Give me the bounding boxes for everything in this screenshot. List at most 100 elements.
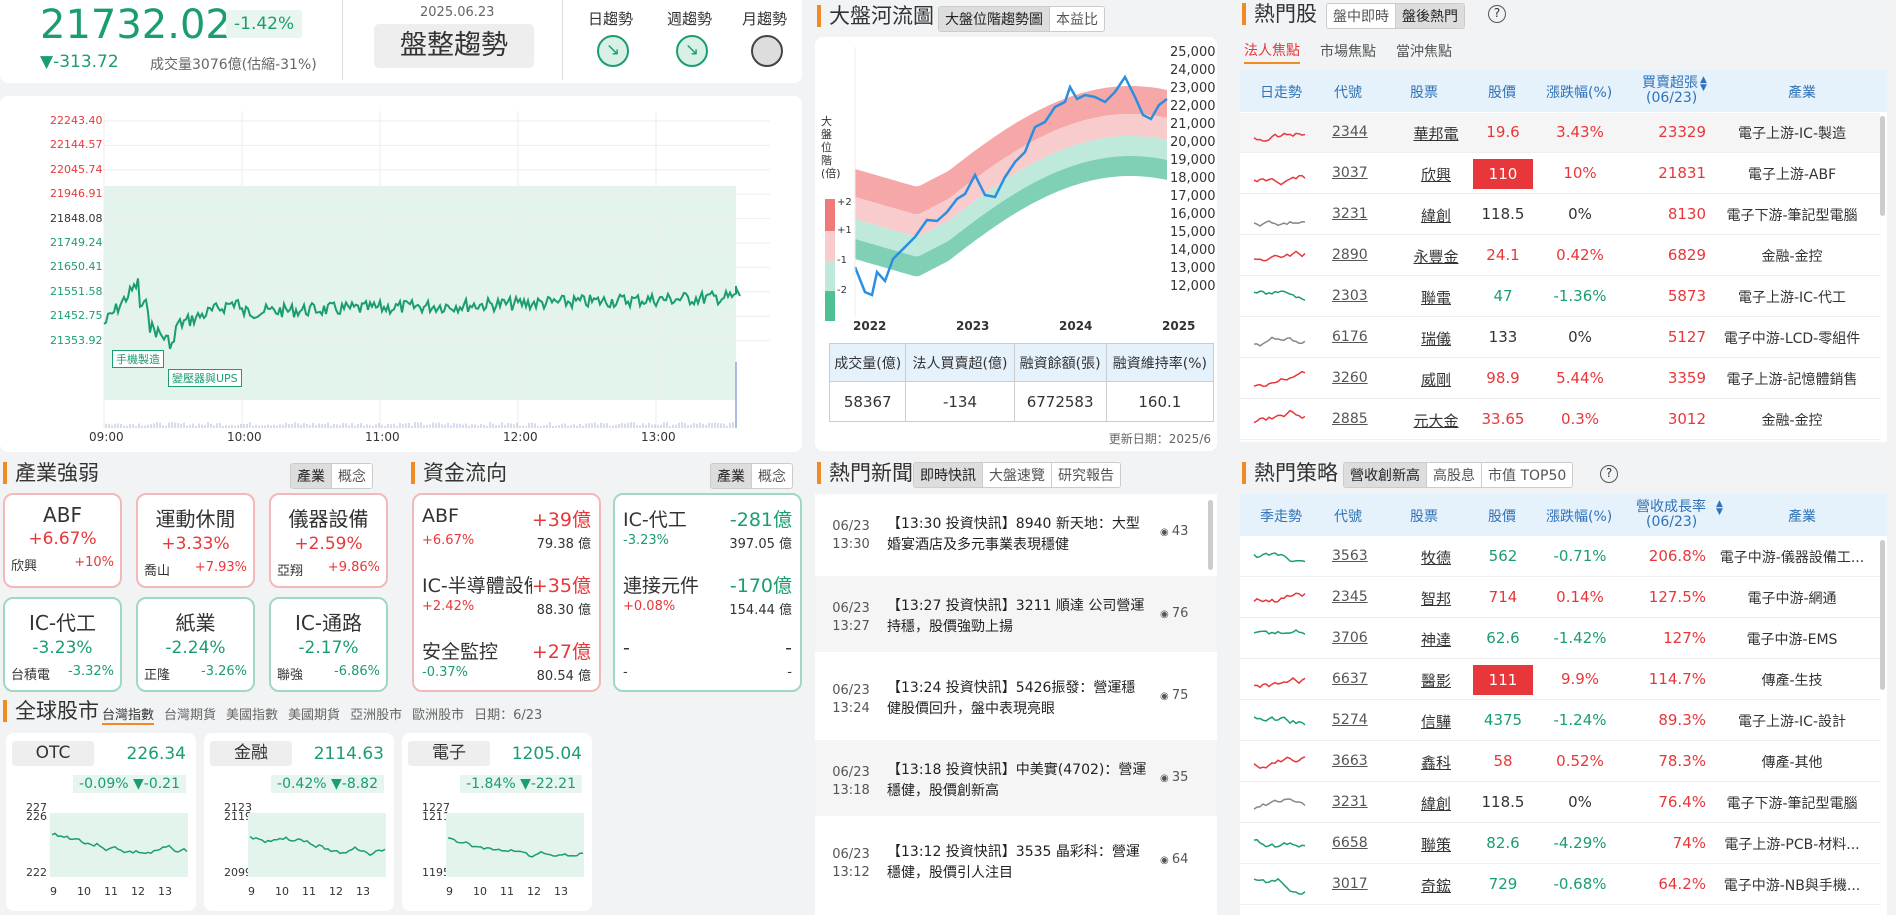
event-tag-phone[interactable]: 手機製造 <box>112 350 164 368</box>
table-row[interactable]: 2885 元大金 33.65 0.3% 3012 金融-金控 <box>1240 400 1880 440</box>
global-index-card[interactable]: OTC 226.34 -0.09% ▼-0.21 227 226 222 9 10 11 12 13 <box>6 733 196 911</box>
fund-row[interactable]: IC-半導體設備 +35億 +2.42% 88.30 億 <box>422 571 591 637</box>
news-headline[interactable]: 【13:30 投資快訊】8940 新天地：大型婚宴酒店及多元事業表現穩健 <box>887 514 1149 556</box>
stock-name[interactable]: 牧德 <box>1405 547 1467 568</box>
stock-name[interactable]: 威剛 <box>1405 369 1467 390</box>
fund-row[interactable]: IC-代工 -281億 -3.23% 397.05 億 <box>623 505 792 571</box>
sort-icon[interactable]: ▲ ▼ <box>1700 76 1707 93</box>
stock-code[interactable]: 3663 <box>1332 753 1368 769</box>
sector-card[interactable]: ABF +6.67% 欣興 +10% <box>3 493 122 588</box>
week-trend-down-icon[interactable]: ↘ <box>676 35 708 67</box>
stock-name[interactable]: 永豐金 <box>1405 246 1467 267</box>
fund-row[interactable]: ABF +39億 +6.67% 79.38 億 <box>422 505 591 571</box>
stock-industry[interactable]: 電子上游-IC-代工 <box>1712 287 1872 307</box>
stock-code[interactable]: 6637 <box>1332 671 1368 687</box>
table-row[interactable]: 3231 緯創 118.5 0% 8130 電子下游-筆記型電腦 <box>1240 195 1880 235</box>
table-row[interactable]: 5274 信驊 4375 -1.24% 89.3% 電子上游-IC-設計 <box>1240 701 1880 741</box>
fund-inflow-card[interactable]: ABF +39億 +6.67% 79.38 億 IC-半導體設備 +35億 +2.42% 88… <box>412 493 601 692</box>
table-row[interactable]: 3663 鑫科 58 0.52% 78.3% 傳產-其他 <box>1240 742 1880 782</box>
stock-code[interactable]: 3037 <box>1332 165 1368 181</box>
stock-name[interactable]: 華邦電 <box>1405 123 1467 144</box>
stock-name[interactable]: 瑞儀 <box>1405 328 1467 349</box>
stock-code[interactable]: 6658 <box>1332 835 1368 851</box>
news-item[interactable]: 06/23 13:27 【13:27 投資快訊】3211 順達 公司營運持穩，股價強… <box>815 576 1217 652</box>
tab-river-position[interactable]: 大盤位階趨勢圖 <box>939 7 1049 31</box>
sector-card[interactable]: 儀器設備 +2.59% 亞翔 +9.86% <box>269 493 388 588</box>
tab-strategy-top50[interactable]: 市值 TOP50 <box>1481 463 1573 487</box>
col-growth[interactable]: 營收成長率 <box>1636 496 1706 516</box>
news-item[interactable]: 06/23 13:30 【13:30 投資快訊】8940 新天地：大型婚宴酒店及多元… <box>815 494 1217 570</box>
fund-outflow-card[interactable]: IC-代工 -281億 -3.23% 397.05 億連接元件 -170億 +0.08% 1… <box>613 493 802 692</box>
day-trend-down-icon[interactable]: ↘ <box>597 35 629 67</box>
subtab-institutional[interactable]: 法人焦點 <box>1244 40 1300 64</box>
stock-industry[interactable]: 金融-金控 <box>1712 246 1872 266</box>
table-row[interactable]: 2890 永豐金 24.1 0.42% 6829 金融-金控 <box>1240 236 1880 276</box>
tab-global-us-index[interactable]: 美國指數 <box>226 704 278 725</box>
table-row[interactable]: 3563 牧德 562 -0.71% 206.8% 電子中游-儀器設備工... <box>1240 537 1880 577</box>
table-row[interactable]: 6658 聯策 82.6 -4.29% 74% 電子上游-PCB-材料... <box>1240 824 1880 864</box>
tab-strategy-revenue-high[interactable]: 營收創新高 <box>1344 463 1426 487</box>
stock-industry[interactable]: 電子中游-EMS <box>1712 629 1872 649</box>
month-trend-neutral-icon[interactable] <box>751 35 783 67</box>
stock-name[interactable]: 鑫科 <box>1405 752 1467 773</box>
stock-industry[interactable]: 傳產-其他 <box>1712 752 1872 772</box>
table-row[interactable]: 2344 華邦電 19.6 3.43% 23329 電子上游-IC-製造 <box>1240 113 1880 153</box>
stock-code[interactable]: 2344 <box>1332 124 1368 140</box>
stock-industry[interactable]: 電子上游-IC-設計 <box>1712 711 1872 731</box>
stock-name[interactable]: 緯創 <box>1405 793 1467 814</box>
stock-industry[interactable]: 電子中游-NB與手機... <box>1712 875 1872 895</box>
tab-news-market[interactable]: 大盤速覽 <box>982 463 1051 487</box>
leader-name[interactable]: 亞翔 <box>277 560 303 579</box>
table-row[interactable]: 6637 醫影 111 9.9% 114.7% 傳產-生技 <box>1240 660 1880 700</box>
stock-industry[interactable]: 電子上游-PCB-材料... <box>1712 834 1872 854</box>
tab-global-europe[interactable]: 歐洲股市 <box>412 704 464 725</box>
leader-name[interactable]: 台積電 <box>11 664 50 683</box>
tab-hot-intraday[interactable]: 盤中即時 <box>1327 4 1395 28</box>
sector-card[interactable]: IC-代工 -3.23% 台積電 -3.32% <box>3 597 122 692</box>
stock-code[interactable]: 3231 <box>1332 206 1368 222</box>
news-headline[interactable]: 【13:27 投資快訊】3211 順達 公司營運持穩，股價強勁上揚 <box>887 596 1149 638</box>
col-netbuy[interactable]: 買賣超張 <box>1642 72 1698 92</box>
tab-hot-after[interactable]: 盤後熱門 <box>1395 4 1464 28</box>
stock-industry[interactable]: 電子上游-ABF <box>1712 164 1872 184</box>
stock-industry[interactable]: 電子下游-筆記型電腦 <box>1712 793 1872 813</box>
scrollbar[interactable] <box>1880 540 1885 690</box>
intraday-chart[interactable] <box>0 96 802 452</box>
tab-sector-concept[interactable]: 概念 <box>331 464 372 488</box>
table-row[interactable]: 2303 聯電 47 -1.36% 5873 電子上游-IC-代工 <box>1240 277 1880 317</box>
tab-funds-concept[interactable]: 概念 <box>751 464 792 488</box>
news-headline[interactable]: 【13:18 投資快訊】中美實(4702)：營運穩健，股價創新高 <box>887 760 1149 802</box>
table-row[interactable]: 2345 智邦 714 0.14% 127.5% 電子中游-網通 <box>1240 578 1880 618</box>
tab-funds-industry[interactable]: 產業 <box>711 464 751 488</box>
tab-sector-industry[interactable]: 產業 <box>291 464 331 488</box>
fund-row[interactable]: - - - - <box>623 637 792 703</box>
event-tag-transformer[interactable]: 變壓器與UPS <box>168 369 242 387</box>
stock-industry[interactable]: 電子上游-記憶體銷售 <box>1712 369 1872 389</box>
news-item[interactable]: 06/23 13:18 【13:18 投資快訊】中美實(4702)：營運穩健，股價創… <box>815 740 1217 816</box>
stock-code[interactable]: 6176 <box>1332 329 1368 345</box>
tab-global-us-futures[interactable]: 美國期貨 <box>288 704 340 725</box>
stock-code[interactable]: 3017 <box>1332 876 1368 892</box>
stock-code[interactable]: 5274 <box>1332 712 1368 728</box>
stock-code[interactable]: 2303 <box>1332 288 1368 304</box>
stock-industry[interactable]: 電子中游-LCD-零組件 <box>1712 328 1872 348</box>
stock-code[interactable]: 3260 <box>1332 370 1368 386</box>
help-icon[interactable]: ? <box>1488 5 1506 23</box>
table-row[interactable]: 3260 威剛 98.9 5.44% 3359 電子上游-記憶體銷售 <box>1240 359 1880 399</box>
tab-global-tw-futures[interactable]: 台灣期貨 <box>164 704 216 725</box>
leader-name[interactable]: 正隆 <box>144 664 170 683</box>
tab-news-research[interactable]: 研究報告 <box>1051 463 1120 487</box>
stock-name[interactable]: 奇鋐 <box>1405 875 1467 896</box>
fund-row[interactable]: 連接元件 -170億 +0.08% 154.44 億 <box>623 571 792 637</box>
stock-industry[interactable]: 電子上游-IC-製造 <box>1712 123 1872 143</box>
table-row[interactable]: 3706 神達 62.6 -1.42% 127% 電子中游-EMS <box>1240 619 1880 659</box>
stock-name[interactable]: 聯策 <box>1405 834 1467 855</box>
table-row[interactable]: 3017 奇鋐 729 -0.68% 64.2% 電子中游-NB與手機... <box>1240 865 1880 905</box>
river-chart[interactable] <box>815 37 1217 337</box>
stock-code[interactable]: 2345 <box>1332 589 1368 605</box>
stock-name[interactable]: 欣興 <box>1405 164 1467 185</box>
scrollbar[interactable] <box>1880 116 1885 216</box>
stock-name[interactable]: 元大金 <box>1405 410 1467 431</box>
tab-river-pe[interactable]: 本益比 <box>1049 7 1104 31</box>
subtab-market[interactable]: 市場焦點 <box>1320 41 1376 61</box>
